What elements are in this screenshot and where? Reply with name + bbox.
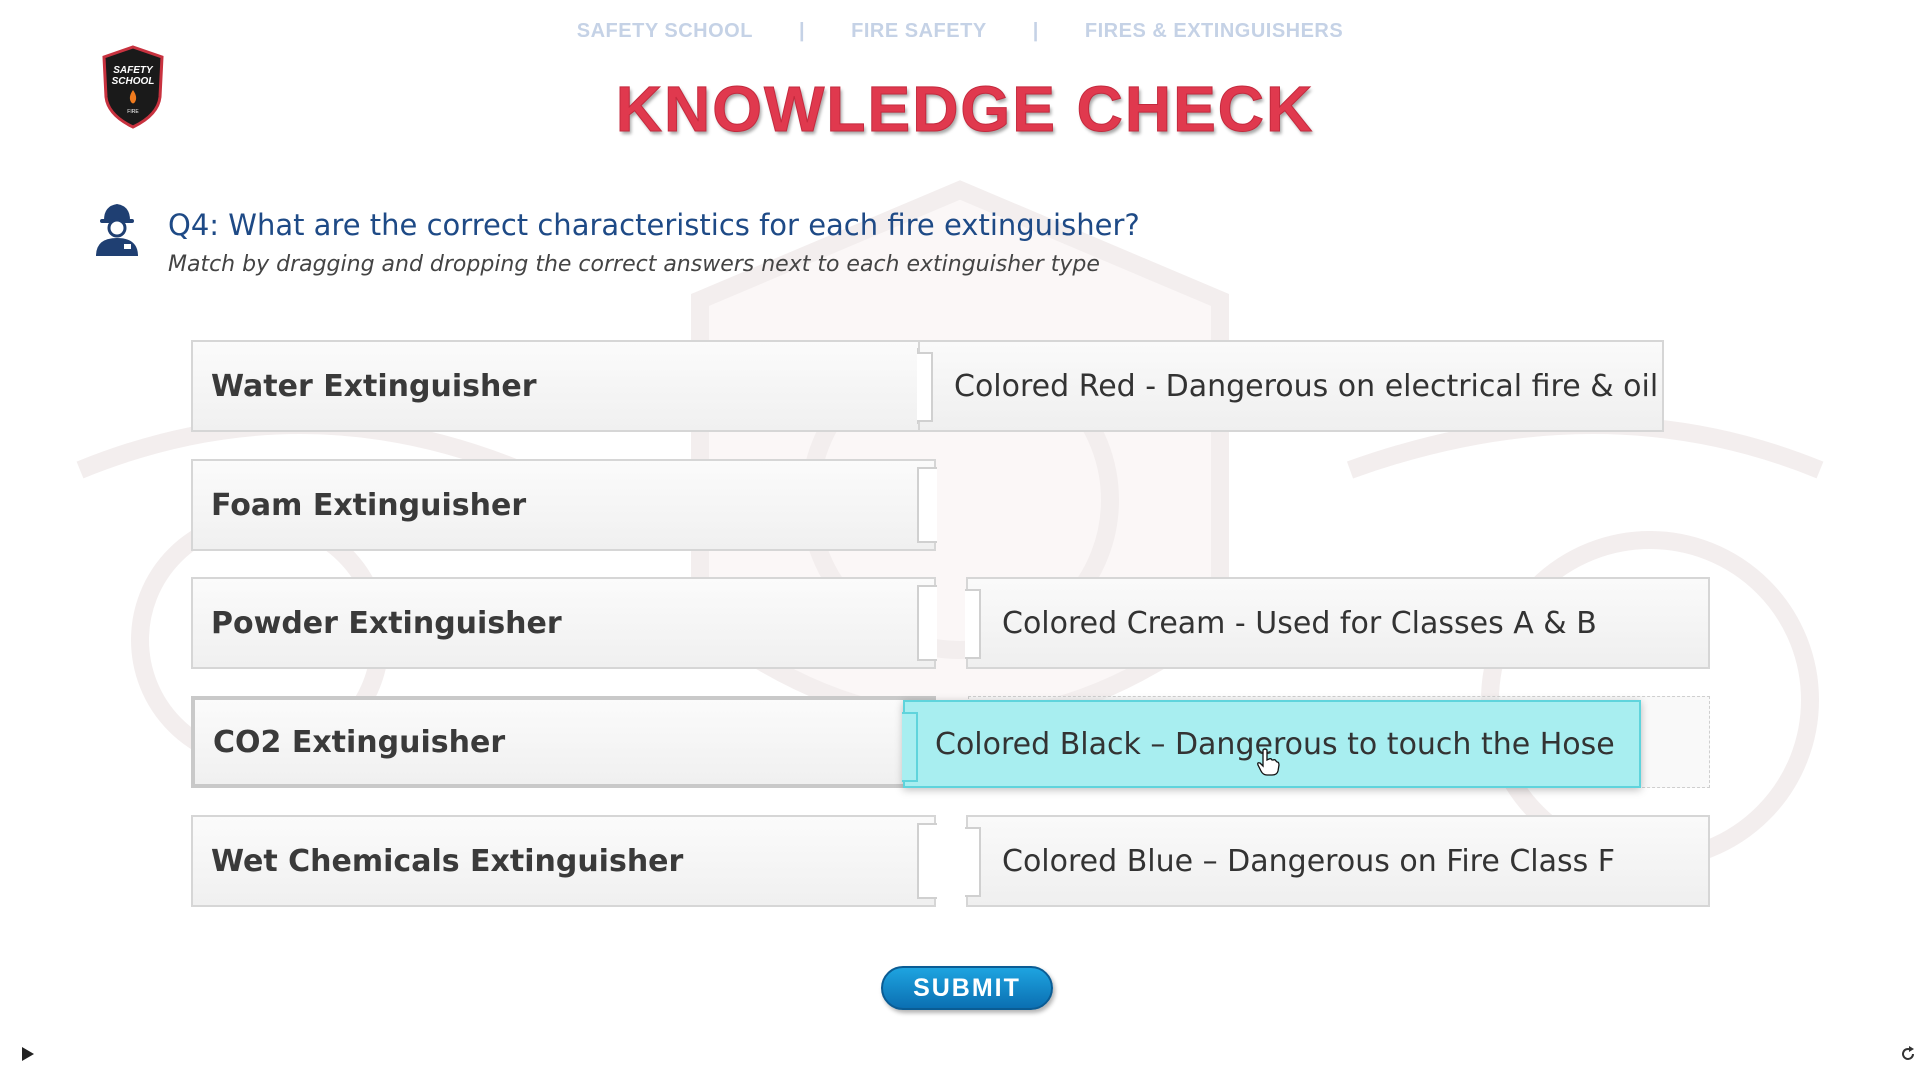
row-label: CO2 Extinguisher bbox=[213, 724, 506, 760]
drop-notch bbox=[917, 823, 937, 899]
extinguisher-label-water: Water Extinguisher bbox=[191, 340, 937, 432]
row-label: Powder Extinguisher bbox=[211, 605, 562, 641]
question-instruction: Match by dragging and dropping the corre… bbox=[168, 252, 1100, 277]
drop-notch bbox=[917, 467, 937, 543]
answer-label: Colored Cream - Used for Classes A & B bbox=[1002, 605, 1597, 641]
page-title: KNOWLEDGE CHECK bbox=[615, 73, 1315, 146]
breadcrumb: SAFETY SCHOOL | FIRE SAFETY | FIRES & EX… bbox=[0, 20, 1920, 43]
breadcrumb-separator: | bbox=[798, 20, 806, 42]
row-label: Water Extinguisher bbox=[211, 368, 537, 404]
play-icon[interactable] bbox=[20, 1046, 36, 1062]
question-text: Q4: What are the correct characteristics… bbox=[168, 208, 1140, 242]
answer-tile-cream[interactable]: Colored Cream - Used for Classes A & B bbox=[965, 577, 1710, 669]
submit-button[interactable]: SUBMIT bbox=[881, 966, 1053, 1010]
answer-label: Colored Blue – Dangerous on Fire Class F bbox=[1002, 843, 1616, 879]
refresh-icon[interactable] bbox=[1900, 1046, 1916, 1062]
answer-tab bbox=[902, 712, 918, 782]
breadcrumb-item-fire-safety: FIRE SAFETY bbox=[851, 20, 987, 42]
extinguisher-label-powder: Powder Extinguisher bbox=[191, 577, 937, 669]
drop-target-foam[interactable] bbox=[936, 459, 1676, 551]
breadcrumb-item-safety-school: SAFETY SCHOOL bbox=[576, 20, 753, 42]
drop-notch bbox=[917, 585, 937, 661]
row-label: Foam Extinguisher bbox=[211, 487, 527, 523]
breadcrumb-separator: | bbox=[1032, 20, 1039, 42]
answer-tab bbox=[965, 589, 981, 659]
answer-tab bbox=[917, 352, 933, 422]
answer-tile-red[interactable]: Colored Red - Dangerous on electrical fi… bbox=[917, 340, 1664, 432]
firefighter-icon bbox=[96, 204, 138, 256]
extinguisher-label-foam: Foam Extinguisher bbox=[191, 459, 937, 551]
extinguisher-label-wet-chemicals: Wet Chemicals Extinguisher bbox=[191, 815, 937, 907]
row-label: Wet Chemicals Extinguisher bbox=[211, 843, 684, 879]
breadcrumb-item-fires-extinguishers: FIRES & EXTINGUISHERS bbox=[1084, 20, 1344, 42]
hand-cursor-icon bbox=[1257, 748, 1280, 776]
answer-label: Colored Red - Dangerous on electrical fi… bbox=[954, 368, 1659, 404]
answer-tile-blue[interactable]: Colored Blue – Dangerous on Fire Class F bbox=[965, 815, 1710, 907]
extinguisher-label-co2: CO2 Extinguisher bbox=[191, 696, 937, 788]
answer-tab bbox=[965, 827, 981, 897]
